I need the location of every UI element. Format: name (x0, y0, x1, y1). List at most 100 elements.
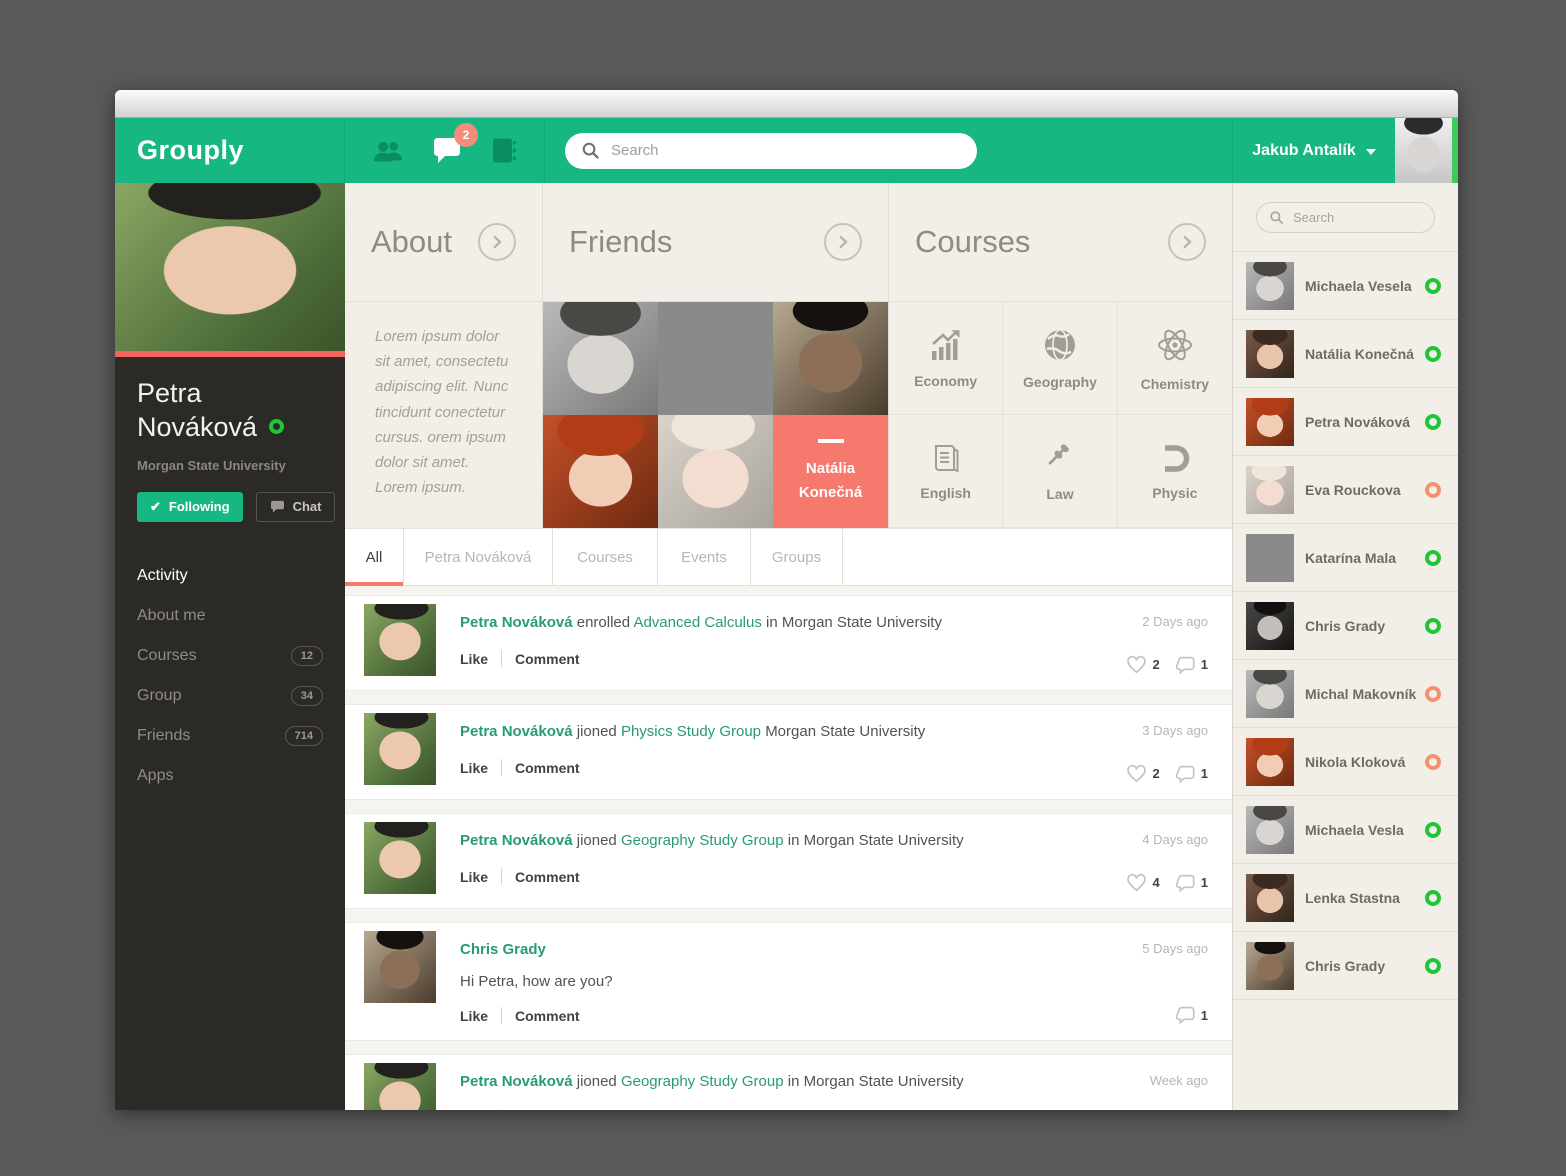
app-logo[interactable]: Grouply (137, 135, 244, 166)
comments-count[interactable]: 1 (1176, 1006, 1208, 1024)
subject-link[interactable]: Advanced Calculus (633, 614, 761, 631)
likes-count[interactable]: 2 (1126, 655, 1160, 674)
chat-button[interactable]: Chat (256, 492, 336, 522)
comment-button[interactable]: Comment (515, 760, 580, 776)
course-english[interactable]: English (889, 415, 1003, 528)
like-button[interactable]: Like (460, 651, 488, 667)
following-button[interactable]: ✔ Following (137, 492, 243, 522)
friend-photo[interactable] (543, 302, 658, 415)
avatar[interactable] (364, 931, 436, 1003)
friend-photo[interactable] (658, 302, 773, 415)
tab-courses[interactable]: Courses (553, 529, 658, 585)
author-link[interactable]: Petra Nováková (460, 832, 573, 849)
tab-all[interactable]: All (345, 529, 404, 585)
friends-chevron-right-icon[interactable] (824, 223, 862, 261)
users-icon[interactable] (372, 139, 404, 163)
contact-row[interactable]: Michaela Vesla (1233, 796, 1458, 864)
contacts-search[interactable] (1256, 202, 1435, 233)
contact-row[interactable]: Chris Grady (1233, 932, 1458, 1000)
author-link[interactable]: Chris Grady (460, 941, 546, 958)
sidebar-item-group[interactable]: Group34 (115, 676, 345, 716)
contact-row[interactable]: Michaela Vesela (1233, 252, 1458, 320)
window-titlebar[interactable] (115, 90, 1458, 118)
avatar (1246, 602, 1294, 650)
about-section-header: About (345, 183, 543, 301)
feed-title: Petra Nováková jioned Geography Study Gr… (460, 1071, 1208, 1092)
contact-row[interactable]: Lenka Stastna (1233, 864, 1458, 932)
contact-name: Nikola Kloková (1305, 754, 1405, 770)
status-ring (1425, 414, 1441, 430)
comment-button[interactable]: Comment (515, 869, 580, 885)
course-physic[interactable]: Physic (1118, 415, 1232, 528)
comments-count[interactable]: 1 (1176, 656, 1208, 674)
search-input[interactable] (611, 142, 961, 159)
comment-button[interactable]: Comment (515, 1110, 580, 1111)
course-chemistry[interactable]: Chemistry (1118, 302, 1232, 415)
tab-events[interactable]: Events (658, 529, 751, 585)
user-avatar[interactable] (1395, 118, 1452, 183)
subject-link[interactable]: Physics Study Group (621, 723, 761, 740)
friend-photo[interactable] (773, 302, 888, 415)
about-chevron-right-icon[interactable] (478, 223, 516, 261)
avatar (1246, 534, 1294, 582)
like-button[interactable]: Like (460, 869, 488, 885)
contacts-list: Michaela Vesela Natália Konečná Petra No… (1233, 251, 1458, 1000)
contact-row[interactable]: Natália Konečná (1233, 320, 1458, 388)
subject-link[interactable]: Geography Study Group (621, 832, 784, 849)
contact-name: Michaela Vesla (1305, 822, 1404, 838)
sidebar-item-about-me[interactable]: About me (115, 596, 345, 636)
user-menu[interactable]: Jakub Antalík (1232, 118, 1395, 183)
comments-count[interactable]: 1 (1176, 874, 1208, 892)
avatar[interactable] (364, 822, 436, 894)
contact-row[interactable]: Nikola Kloková (1233, 728, 1458, 796)
sidebar-nav: Activity About me Courses12 Group34 Frie… (115, 556, 345, 796)
avatar[interactable] (364, 1063, 436, 1110)
friend-highlight-name: Natália Konečná (799, 457, 862, 504)
like-button[interactable]: Like (460, 1110, 488, 1111)
avatar[interactable] (364, 713, 436, 785)
feed-message: Hi Petra, how are you? (460, 973, 1208, 990)
friend-photo[interactable] (543, 415, 658, 528)
comments-count[interactable]: 1 (1176, 765, 1208, 783)
status-ring (1425, 958, 1441, 974)
likes-count[interactable]: 2 (1126, 764, 1160, 783)
likes-count[interactable]: 4 (1126, 873, 1160, 892)
tab-petra-novakova[interactable]: Petra Nováková (404, 529, 553, 585)
friend-highlight-natalia[interactable]: Natália Konečná (773, 415, 888, 528)
friend-photo[interactable] (658, 415, 773, 528)
contact-row[interactable]: Eva Rouckova (1233, 456, 1458, 524)
header-search[interactable] (565, 133, 977, 169)
courses-count-badge: 12 (291, 646, 323, 666)
sidebar-item-apps[interactable]: Apps (115, 756, 345, 796)
sidebar-item-friends[interactable]: Friends714 (115, 716, 345, 756)
divider (501, 1007, 502, 1024)
like-button[interactable]: Like (460, 1008, 488, 1024)
tab-groups[interactable]: Groups (751, 529, 843, 585)
sidebar-item-activity[interactable]: Activity (115, 556, 345, 596)
course-geography[interactable]: Geography (1003, 302, 1117, 415)
contact-row[interactable]: Katarína Mala (1233, 524, 1458, 592)
course-law[interactable]: Law (1003, 415, 1117, 528)
subject-link[interactable]: Geography Study Group (621, 1073, 784, 1090)
sidebar-item-courses[interactable]: Courses12 (115, 636, 345, 676)
feed-item: Chris Grady 5 Days ago Hi Petra, how are… (345, 922, 1232, 1041)
address-book-icon[interactable] (490, 137, 517, 164)
courses-title: Courses (915, 224, 1030, 260)
profile-name: Petra Nováková (137, 377, 323, 445)
author-link[interactable]: Petra Nováková (460, 723, 573, 740)
avatar[interactable] (364, 604, 436, 676)
contact-row[interactable]: Petra Nováková (1233, 388, 1458, 456)
like-button[interactable]: Like (460, 760, 488, 776)
author-link[interactable]: Petra Nováková (460, 614, 573, 631)
profile-photo[interactable] (115, 183, 345, 351)
comment-button[interactable]: Comment (515, 1008, 580, 1024)
chat-icon[interactable]: 2 (432, 137, 462, 165)
courses-chevron-right-icon[interactable] (1168, 223, 1206, 261)
author-link[interactable]: Petra Nováková (460, 1073, 573, 1090)
contacts-search-input[interactable] (1293, 210, 1413, 225)
contact-row[interactable]: Chris Grady (1233, 592, 1458, 660)
course-economy[interactable]: Economy (889, 302, 1003, 415)
comment-button[interactable]: Comment (515, 651, 580, 667)
feed-tabbar: All Petra Nováková Courses Events Groups (345, 528, 1232, 586)
contact-row[interactable]: Michal Makovník (1233, 660, 1458, 728)
